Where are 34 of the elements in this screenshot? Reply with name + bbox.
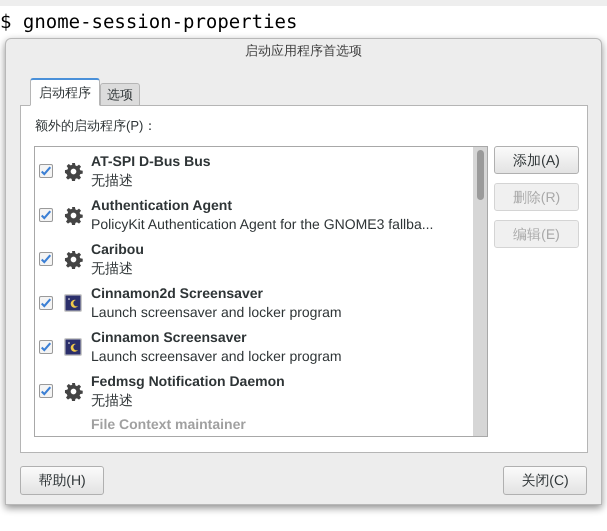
tab[interactable]: 启动程序 bbox=[30, 78, 100, 106]
program-description: PolicyKit Authentication Agent for the GNOME3 fallba... bbox=[91, 215, 434, 234]
scrollbar[interactable] bbox=[473, 147, 487, 436]
gear-icon bbox=[64, 206, 82, 224]
gear-icon bbox=[64, 382, 82, 400]
button[interactable]: 帮助(H) bbox=[20, 466, 104, 495]
screensaver-icon bbox=[63, 293, 83, 313]
screensaver-icon bbox=[63, 337, 83, 357]
program-name: Fedmsg Notification Daemon bbox=[91, 372, 285, 391]
program-description: 无描述 bbox=[91, 259, 134, 278]
tab[interactable]: 选项 bbox=[100, 83, 140, 106]
program-description: 无描述 bbox=[91, 391, 134, 410]
checkbox[interactable] bbox=[39, 252, 53, 266]
checkbox[interactable] bbox=[39, 296, 53, 310]
checkbox[interactable] bbox=[39, 384, 53, 398]
program-name: Caribou bbox=[91, 240, 144, 259]
button[interactable]: 关闭(C) bbox=[503, 466, 587, 495]
program-name: AT-SPI D-Bus Bus bbox=[91, 152, 211, 171]
program-description: Launch screensaver and locker program bbox=[91, 347, 342, 366]
checkbox[interactable] bbox=[39, 340, 53, 354]
gear-icon bbox=[64, 162, 82, 180]
program-description: Launch screensaver and locker program bbox=[91, 303, 342, 322]
program-name: Authentication Agent bbox=[91, 196, 234, 215]
program-name: Cinnamon2d Screensaver bbox=[91, 284, 264, 303]
program-name: File Context maintainer bbox=[91, 415, 246, 434]
terminal-command: $ gnome-session-properties bbox=[0, 10, 298, 35]
program-description: 无描述 bbox=[91, 171, 134, 190]
list-label: 额外的启动程序(P)： bbox=[35, 117, 156, 136]
checkbox[interactable] bbox=[39, 208, 53, 222]
program-name: Cinnamon Screensaver bbox=[91, 328, 248, 347]
window-title: 启动应用程序首选项 bbox=[245, 42, 362, 60]
checkbox[interactable] bbox=[39, 164, 53, 178]
button[interactable]: 添加(A) bbox=[494, 146, 579, 174]
gear-icon bbox=[64, 250, 82, 268]
